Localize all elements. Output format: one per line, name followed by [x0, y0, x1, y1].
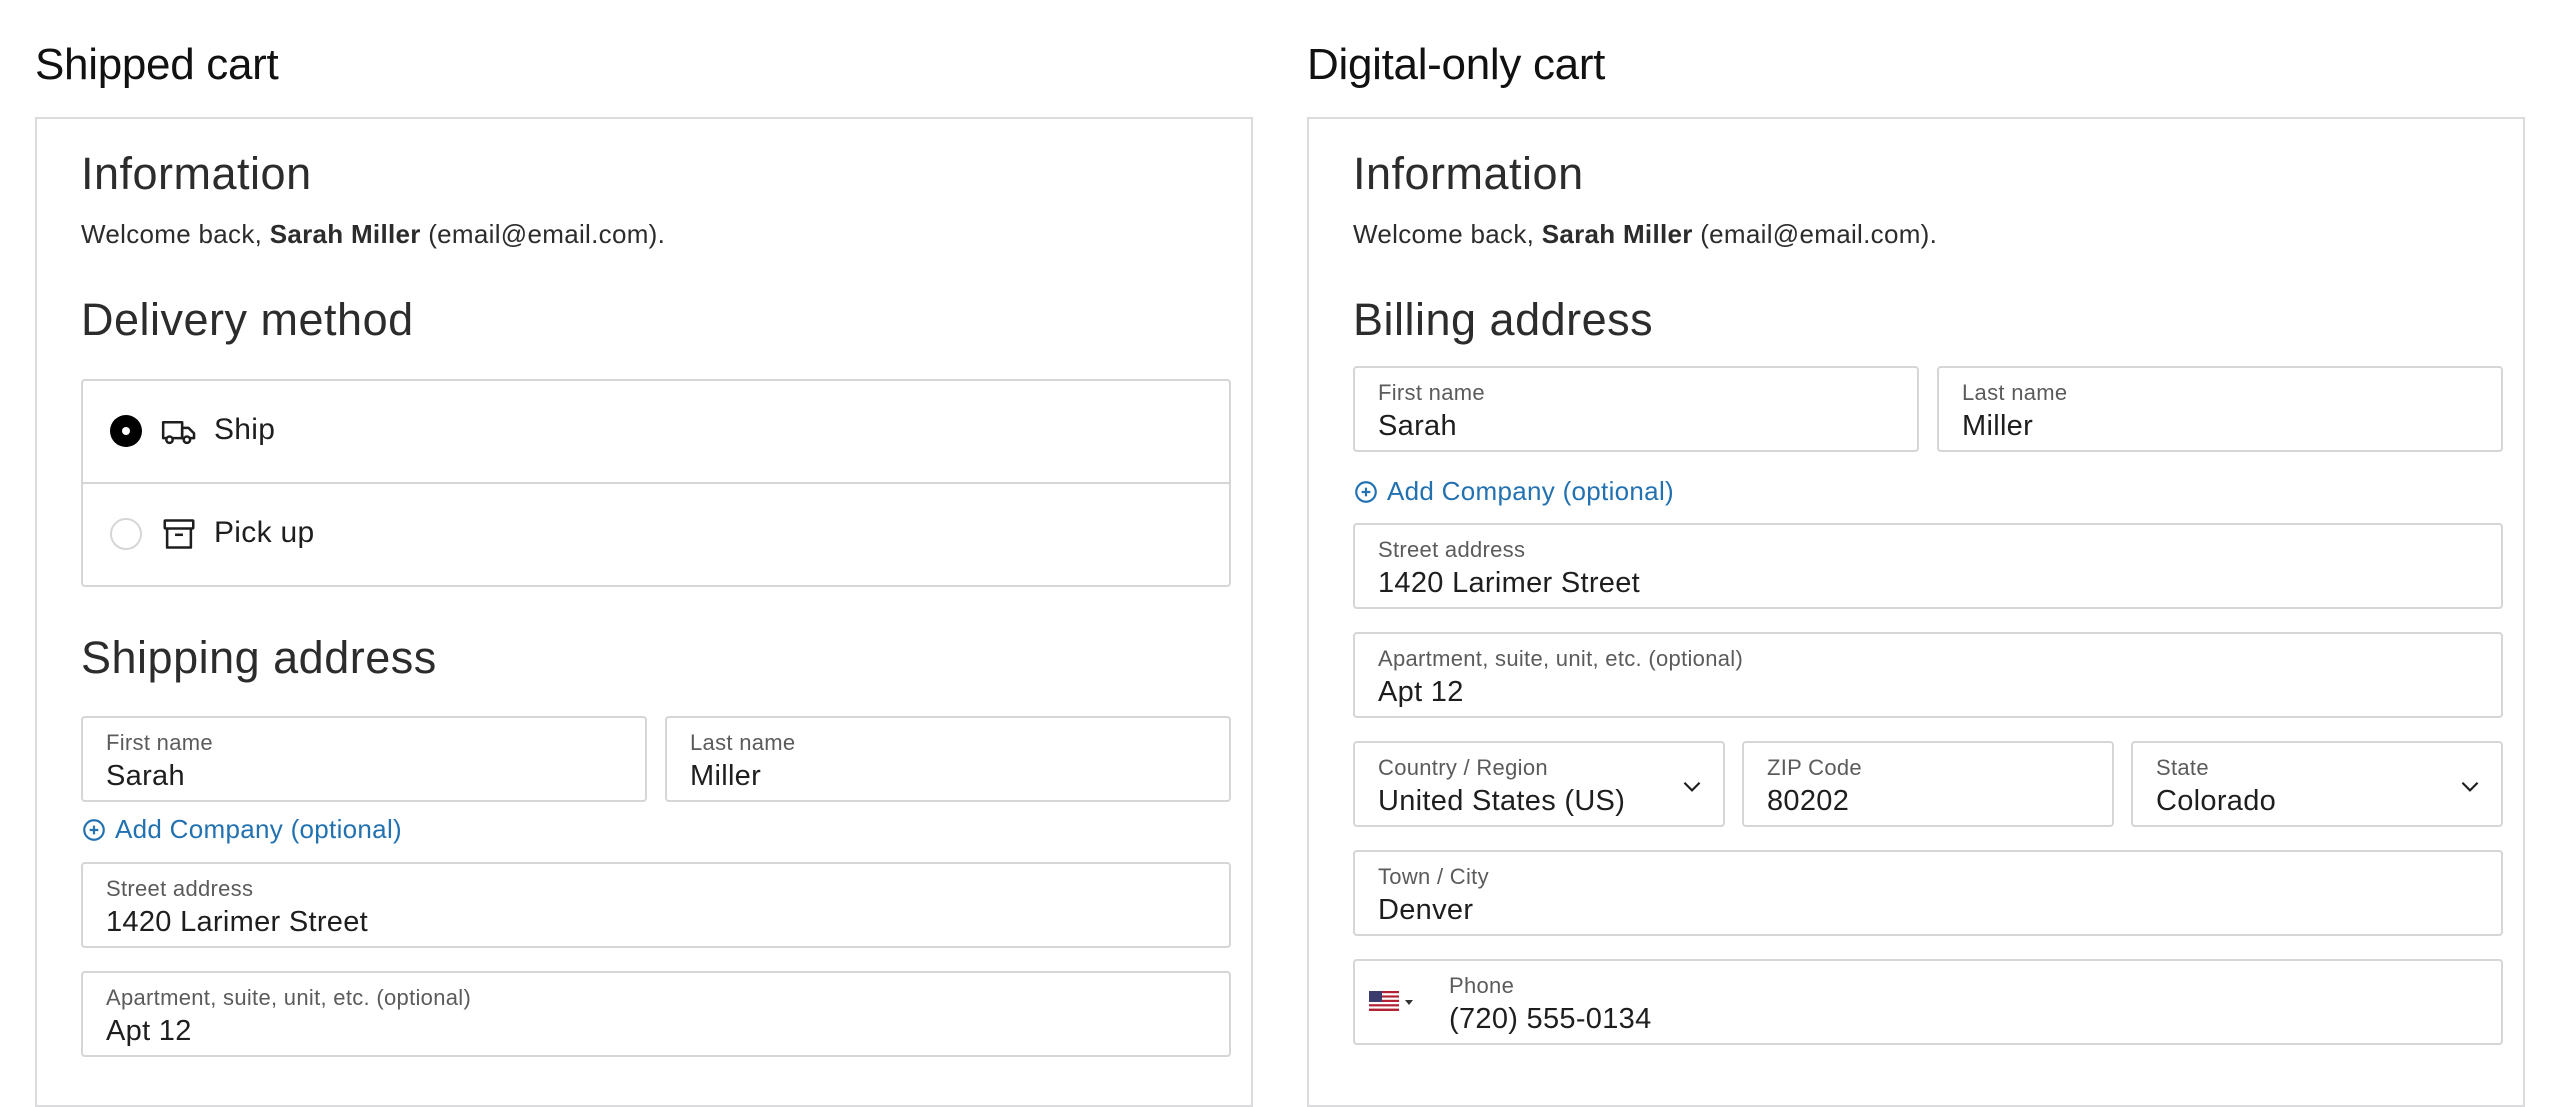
user-name: Sarah Miller — [269, 219, 421, 249]
first-name-field[interactable]: First name Sarah — [81, 716, 647, 802]
add-circle-icon — [83, 818, 105, 841]
phone-field[interactable]: Phone (720) 555-0134 — [1353, 959, 2503, 1045]
store-box-icon — [163, 519, 195, 549]
phone-value: (720) 555-0134 — [1449, 1003, 1652, 1035]
add-circle-icon — [1355, 480, 1377, 503]
information-heading: Information — [81, 148, 312, 199]
pickup-radio[interactable] — [110, 518, 142, 550]
apartment-label: Apartment, suite, unit, etc. (optional) — [1378, 646, 1744, 671]
ship-radio[interactable] — [110, 415, 142, 447]
user-email: (email@email.com). — [1700, 219, 1938, 249]
user-name: Sarah Miller — [1541, 219, 1693, 249]
country-label: Country / Region — [1378, 755, 1548, 780]
chevron-down-icon — [1683, 781, 1701, 792]
apartment-field[interactable]: Apartment, suite, unit, etc. (optional) … — [1353, 632, 2503, 718]
street-address-value: 1420 Larimer Street — [106, 906, 368, 938]
chevron-down-icon — [2461, 781, 2479, 792]
state-select[interactable]: State Colorado — [2131, 741, 2503, 827]
country-value: United States (US) — [1378, 785, 1626, 817]
add-company-link[interactable]: Add Company (optional) — [1353, 476, 1674, 507]
delivery-method-heading: Delivery method — [81, 294, 414, 345]
us-flag-icon[interactable] — [1369, 991, 1415, 1019]
pickup-label: Pick up — [214, 516, 315, 549]
state-value: Colorado — [2156, 785, 2277, 817]
street-address-value: 1420 Larimer Street — [1378, 567, 1640, 599]
billing-address-heading: Billing address — [1353, 294, 1654, 345]
first-name-field[interactable]: First name Sarah — [1353, 366, 1919, 452]
apartment-value: Apt 12 — [1378, 676, 1464, 708]
shipped-cart-title: Shipped cart — [35, 40, 279, 89]
apartment-value: Apt 12 — [106, 1015, 192, 1047]
last-name-field[interactable]: Last name Miller — [1937, 366, 2503, 452]
welcome-message: Welcome back, Sarah Miller (email@email.… — [81, 219, 665, 250]
welcome-message: Welcome back, Sarah Miller (email@email.… — [1353, 219, 1937, 250]
add-company-label: Add Company (optional) — [1387, 476, 1674, 506]
street-address-label: Street address — [1378, 537, 1526, 562]
city-field[interactable]: Town / City Denver — [1353, 850, 2503, 936]
first-name-label: First name — [1378, 380, 1485, 405]
last-name-label: Last name — [1962, 380, 2068, 405]
digital-cart-title: Digital-only cart — [1307, 40, 1606, 89]
digital-cart-column: Digital-only cart Information Welcome ba… — [1307, 0, 2527, 1107]
street-address-field[interactable]: Street address 1420 Larimer Street — [81, 862, 1231, 948]
first-name-value: Sarah — [106, 760, 185, 792]
information-heading: Information — [1353, 148, 1584, 199]
phone-label: Phone — [1449, 973, 1515, 998]
zip-code-label: ZIP Code — [1767, 755, 1862, 780]
first-name-label: First name — [106, 730, 213, 755]
ship-label: Ship — [214, 413, 276, 446]
add-company-label: Add Company (optional) — [115, 814, 402, 844]
truck-icon — [161, 421, 196, 445]
shipping-address-heading: Shipping address — [81, 632, 437, 683]
last-name-label: Last name — [690, 730, 796, 755]
last-name-field[interactable]: Last name Miller — [665, 716, 1231, 802]
city-label: Town / City — [1378, 864, 1489, 889]
digital-cart-panel: Information Welcome back, Sarah Miller (… — [1307, 117, 2525, 1107]
street-address-field[interactable]: Street address 1420 Larimer Street — [1353, 523, 2503, 609]
city-value: Denver — [1378, 894, 1474, 926]
street-address-label: Street address — [106, 876, 254, 901]
country-select[interactable]: Country / Region United States (US) — [1353, 741, 1725, 827]
shipped-cart-panel: Information Welcome back, Sarah Miller (… — [35, 117, 1253, 1107]
add-company-link[interactable]: Add Company (optional) — [81, 814, 402, 845]
last-name-value: Miller — [690, 760, 762, 792]
delivery-method-options: Ship Pick up — [81, 379, 1231, 587]
zip-code-field[interactable]: ZIP Code 80202 — [1742, 741, 2114, 827]
delivery-option-ship[interactable]: Ship — [83, 381, 1229, 482]
shipped-cart-column: Shipped cart Information Welcome back, S… — [35, 0, 1255, 1107]
last-name-value: Miller — [1962, 410, 2034, 442]
delivery-option-pickup[interactable]: Pick up — [83, 482, 1229, 585]
zip-code-value: 80202 — [1767, 785, 1850, 817]
state-label: State — [2156, 755, 2209, 780]
apartment-field[interactable]: Apartment, suite, unit, etc. (optional) … — [81, 971, 1231, 1057]
welcome-prefix: Welcome back, — [1353, 219, 1535, 249]
user-email: (email@email.com). — [428, 219, 666, 249]
apartment-label: Apartment, suite, unit, etc. (optional) — [106, 985, 472, 1010]
first-name-value: Sarah — [1378, 410, 1457, 442]
welcome-prefix: Welcome back, — [81, 219, 263, 249]
